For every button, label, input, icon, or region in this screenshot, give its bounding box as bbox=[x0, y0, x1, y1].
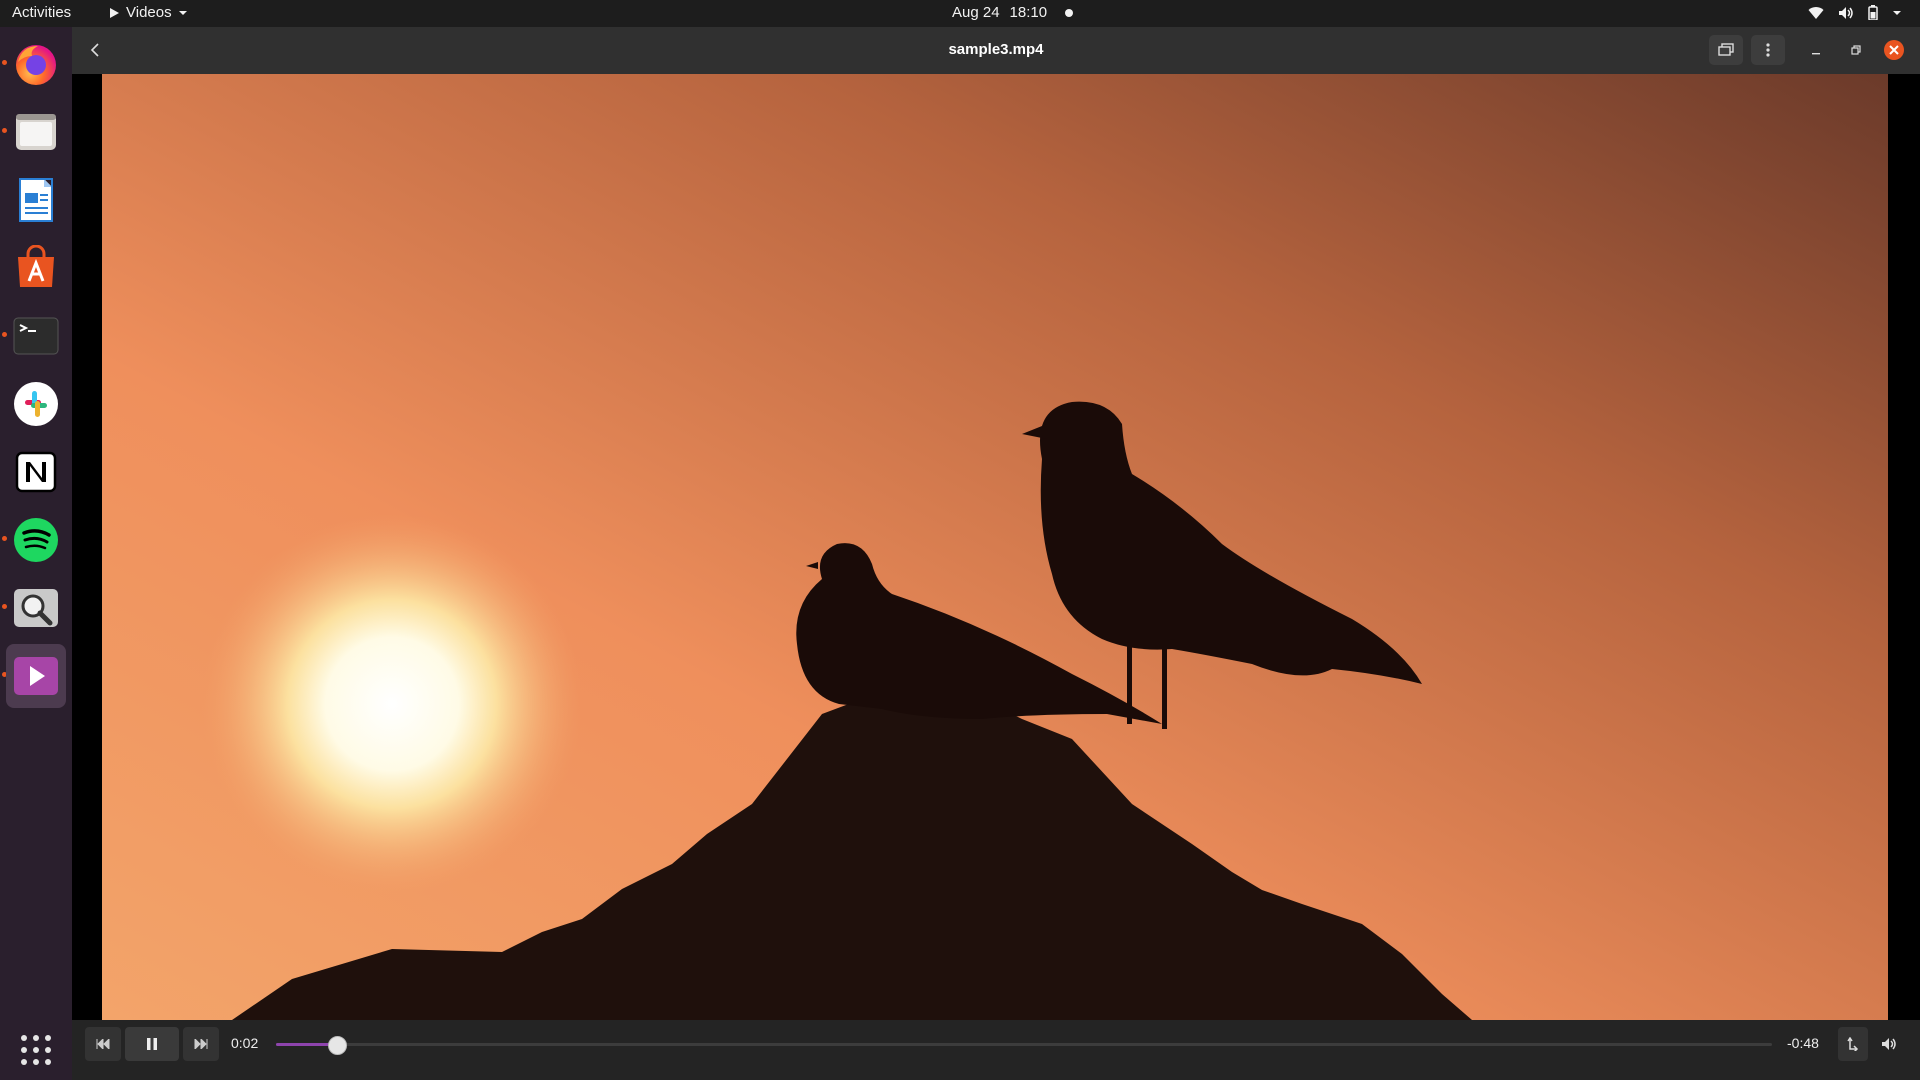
magnifier-icon bbox=[14, 589, 58, 627]
video-frame-image bbox=[102, 74, 1888, 1020]
show-apps-button[interactable] bbox=[6, 1020, 66, 1080]
notion-icon bbox=[15, 451, 57, 493]
system-menu[interactable] bbox=[1808, 5, 1902, 20]
rotate-icon bbox=[1847, 1037, 1859, 1051]
volume-icon bbox=[1839, 6, 1853, 19]
close-icon bbox=[1884, 40, 1904, 60]
skip-forward-icon bbox=[194, 1039, 208, 1049]
dock-item-files[interactable] bbox=[6, 102, 66, 162]
chevron-down-icon bbox=[178, 10, 187, 15]
grid-icon bbox=[21, 1035, 51, 1065]
more-vertical-icon bbox=[1766, 43, 1770, 57]
firefox-icon bbox=[16, 45, 56, 85]
slack-icon bbox=[14, 382, 58, 426]
maximize-icon bbox=[1851, 45, 1861, 55]
play-icon bbox=[14, 657, 58, 695]
clock[interactable]: Aug 24 18:10 bbox=[952, 4, 1074, 21]
wifi-icon bbox=[1808, 6, 1824, 19]
volume-icon bbox=[1882, 1038, 1896, 1050]
clock-time: 18:10 bbox=[1009, 4, 1048, 21]
chevron-down-icon bbox=[1893, 10, 1901, 15]
activities-button[interactable]: Activities bbox=[12, 4, 71, 21]
remaining-time: -0:48 bbox=[1787, 1035, 1819, 1051]
spotify-icon bbox=[14, 518, 58, 562]
previous-button[interactable] bbox=[85, 1027, 121, 1061]
header-bar: sample3.mp4 bbox=[72, 27, 1920, 75]
seek-bar[interactable] bbox=[276, 1036, 1772, 1055]
menu-button[interactable] bbox=[1751, 35, 1785, 65]
skip-back-icon bbox=[96, 1039, 110, 1049]
video-area[interactable] bbox=[72, 74, 1920, 1020]
pause-icon bbox=[147, 1038, 157, 1050]
dock-item-notion[interactable] bbox=[6, 442, 66, 502]
seek-bar-progress bbox=[276, 1043, 336, 1046]
next-button[interactable] bbox=[183, 1027, 219, 1061]
minimize-icon bbox=[1812, 53, 1820, 55]
play-icon bbox=[110, 7, 119, 18]
dock-item-firefox[interactable] bbox=[6, 34, 66, 94]
dock-item-terminal[interactable] bbox=[6, 306, 66, 366]
playback-controls: 0:02 -0:48 bbox=[72, 1020, 1920, 1080]
window-restore-icon bbox=[1718, 43, 1734, 56]
volume-button[interactable] bbox=[1874, 1027, 1904, 1061]
dock-item-writer[interactable] bbox=[6, 170, 66, 230]
elapsed-time: 0:02 bbox=[231, 1035, 259, 1051]
window-title: sample3.mp4 bbox=[948, 41, 1044, 58]
top-bar: Activities Videos Aug 24 18:10 bbox=[0, 0, 1920, 27]
dock-item-slack[interactable] bbox=[6, 374, 66, 434]
terminal-icon bbox=[13, 317, 59, 355]
close-button[interactable] bbox=[1879, 35, 1909, 65]
videos-window: sample3.mp4 0:02 -0:48 bbox=[72, 27, 1920, 1080]
clock-date: Aug 24 bbox=[952, 4, 1000, 21]
subtitles-button[interactable] bbox=[1838, 1027, 1868, 1061]
dock-item-image-viewer[interactable] bbox=[6, 578, 66, 638]
seek-bar-handle[interactable] bbox=[327, 1036, 347, 1055]
folder-icon bbox=[16, 114, 56, 150]
minimize-button[interactable] bbox=[1799, 35, 1833, 65]
document-icon bbox=[19, 178, 53, 222]
dock-item-videos[interactable] bbox=[6, 644, 66, 708]
battery-icon bbox=[1868, 5, 1878, 20]
video-frame[interactable] bbox=[102, 74, 1888, 1020]
notification-dot-icon bbox=[1065, 8, 1074, 17]
dock bbox=[0, 27, 72, 1080]
maximize-button[interactable] bbox=[1839, 35, 1873, 65]
app-menu-label: Videos bbox=[126, 4, 172, 21]
app-menu[interactable]: Videos bbox=[108, 4, 188, 21]
fullscreen-button[interactable] bbox=[1709, 35, 1743, 65]
dock-item-spotify[interactable] bbox=[6, 510, 66, 570]
play-pause-button[interactable] bbox=[125, 1027, 179, 1061]
dock-item-software[interactable] bbox=[6, 238, 66, 298]
store-icon bbox=[18, 245, 54, 287]
